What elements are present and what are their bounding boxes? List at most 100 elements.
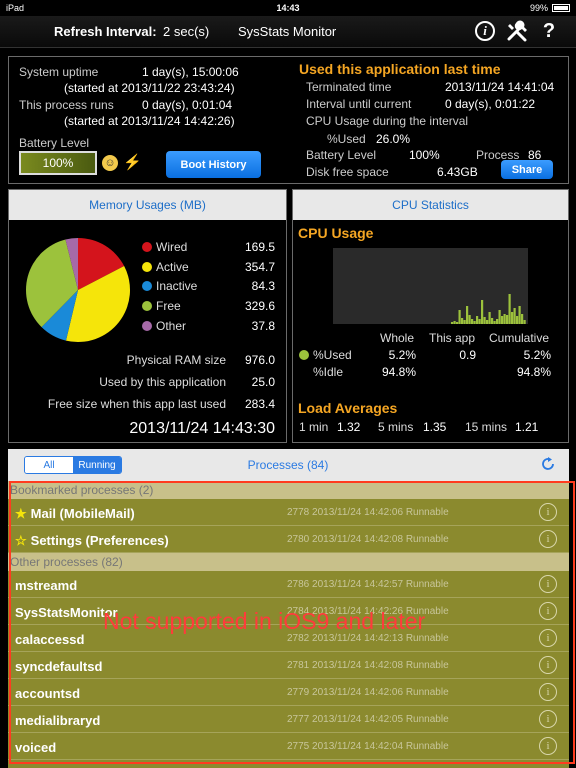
process-info-icon[interactable]: i xyxy=(539,575,557,593)
process-info-icon[interactable]: i xyxy=(539,710,557,728)
process-info-icon[interactable]: i xyxy=(539,683,557,701)
legend-value: 84.3 xyxy=(251,279,275,294)
process-name-text: syncdefaultsd xyxy=(15,659,103,674)
refresh-interval-value[interactable]: 2 sec(s) xyxy=(163,24,209,39)
process-name-text: calaccessd xyxy=(15,632,85,647)
filter-running-button[interactable]: Running xyxy=(73,457,121,473)
battery-level-label: Battery Level xyxy=(19,136,90,150)
col-whole: Whole xyxy=(380,331,415,345)
last-used-title: Used this application last time xyxy=(299,61,501,77)
cpu-graph-bar xyxy=(458,310,461,324)
memory-legend-item: Inactive xyxy=(142,279,197,293)
share-button[interactable]: Share xyxy=(501,160,553,179)
process-info-icon[interactable]: i xyxy=(539,602,557,620)
process-row[interactable]: medialibraryd 2777 2013/11/24 14:42:05 Ru… xyxy=(8,706,569,733)
runs-started: (started at 2013/11/24 14:42:26) xyxy=(64,114,235,128)
memory-legend-item: Other xyxy=(142,319,186,333)
cpu-graph-bar xyxy=(483,317,486,324)
col-this-app: This app xyxy=(429,331,476,345)
load-15-label: 15 mins xyxy=(465,420,508,434)
process-name-text: Settings (Preferences) xyxy=(30,533,169,548)
bookmark-star-icon[interactable]: ☆ xyxy=(15,533,27,548)
tools-button[interactable] xyxy=(506,20,528,42)
question-icon: ? xyxy=(542,19,556,42)
info-button[interactable]: i xyxy=(474,20,496,42)
process-name: ☆ Settings (Preferences) xyxy=(15,533,169,549)
terminated-value: 2013/11/24 14:41:04 xyxy=(445,80,555,94)
process-row[interactable]: calaccessd 2782 2013/11/24 14:42:13 Runna… xyxy=(8,625,569,652)
cpu-usage-graph xyxy=(333,248,528,324)
legend-color-dot xyxy=(142,301,152,312)
process-name-text: accountsd xyxy=(15,686,81,701)
help-button[interactable]: ? xyxy=(538,20,560,42)
process-info-icon[interactable]: i xyxy=(539,629,557,647)
memory-legend-item: Free xyxy=(142,299,181,313)
processes-toolbar: All Running Processes (84) xyxy=(8,449,569,481)
legend-value: 354.7 xyxy=(244,259,275,274)
bookmark-star-icon[interactable]: ★ xyxy=(15,506,27,521)
process-row[interactable]: mstreamd 2786 2013/11/24 14:42:57 Runnabl… xyxy=(8,571,569,598)
filter-all-button[interactable]: All xyxy=(25,457,73,473)
process-row[interactable]: SysStatsMonitor 2784 2013/11/24 14:42:26 … xyxy=(8,598,569,625)
legend-label: Free xyxy=(156,299,181,314)
physical-ram-value: 976.0 xyxy=(244,353,275,367)
smiley-icon: ☺ xyxy=(102,155,118,171)
cpu-tab-header[interactable]: CPU Statistics xyxy=(293,190,568,220)
process-name: voiced xyxy=(15,740,56,755)
process-name-text: Mail (MobileMail) xyxy=(30,506,135,521)
process-info-icon[interactable]: i xyxy=(539,503,557,521)
process-name-text: SysStatsMonitor xyxy=(15,605,118,620)
tools-icon xyxy=(507,20,527,42)
memory-tab-header[interactable]: Memory Usages (MB) xyxy=(9,190,286,220)
process-meta: 2777 2013/11/24 14:42:05 Runnable xyxy=(287,714,449,725)
process-row[interactable]: syncdefaultsd 2781 2013/11/24 14:42:08 Ru… xyxy=(8,652,569,679)
used-legend-dot xyxy=(299,350,309,360)
legend-color-dot xyxy=(142,242,152,252)
cpu-graph-bar xyxy=(481,300,484,324)
process-meta: 2782 2013/11/24 14:42:13 Runnable xyxy=(287,633,449,644)
cpu-graph-bar xyxy=(523,320,526,324)
battery-percent: 99% xyxy=(529,3,548,13)
process-row[interactable]: ★ Mail (MobileMail) 2778 2013/11/24 14:42:… xyxy=(8,499,569,526)
processes-title: Processes (84) xyxy=(247,458,329,472)
process-name: SysStatsMonitor xyxy=(15,605,118,620)
process-row[interactable]: accountsd 2779 2013/11/24 14:42:06 Runnab… xyxy=(8,679,569,706)
info-icon: i xyxy=(475,21,495,41)
cpu-graph-bar xyxy=(496,319,499,324)
process-list[interactable]: Bookmarked processes (2) ★ Mail (MobileMai… xyxy=(8,481,569,768)
legend-label: Other xyxy=(156,318,187,333)
boot-history-button[interactable]: Boot History xyxy=(166,151,261,178)
cpu-graph-bar xyxy=(508,294,511,324)
cpu-graph-bar xyxy=(511,312,514,324)
battery-level-gauge: 100% xyxy=(19,151,97,175)
uptime-started: (started at 2013/11/22 23:43:24) xyxy=(64,81,235,95)
process-meta: 2775 2013/11/24 14:42:04 Runnable xyxy=(287,741,449,752)
refresh-button[interactable] xyxy=(539,455,557,473)
legend-label: Wired xyxy=(156,240,188,254)
process-row[interactable]: ☆ Settings (Preferences) 2780 2013/11/24 1… xyxy=(8,526,569,553)
free-last-label: Free size when this app last used xyxy=(47,397,226,411)
battery-level-value-2: 100% xyxy=(409,148,440,162)
col-cumulative: Cumulative xyxy=(489,331,550,345)
cpu-panel: CPU Statistics CPU Usage Whole This app … xyxy=(292,189,569,443)
load-5-label: 5 mins xyxy=(378,420,414,434)
load-1-value: 1.32 xyxy=(337,420,361,434)
cpu-graph-bar xyxy=(513,308,516,324)
cpu-idle-label: %Idle xyxy=(313,365,344,379)
process-row[interactable]: voiced 2775 2013/11/24 14:42:04 Runnable i xyxy=(8,733,569,760)
process-meta: 2786 2013/11/24 14:42:57 Runnable xyxy=(287,579,449,590)
process-info-icon[interactable]: i xyxy=(539,656,557,674)
interval-label: Interval until current xyxy=(306,97,412,111)
cpu-graph-bar xyxy=(488,312,491,324)
process-info-icon[interactable]: i xyxy=(539,530,557,548)
process-section-header: Other processes (82) xyxy=(8,553,569,571)
terminated-label: Terminated time xyxy=(306,80,392,94)
battery-icon xyxy=(552,4,570,12)
nav-bar: Refresh Interval: 2 sec(s) SysStats Moni… xyxy=(0,16,576,48)
cpu-used-cumulative: 5.2% xyxy=(523,348,551,362)
free-last-value: 283.4 xyxy=(244,397,275,411)
process-info-icon[interactable]: i xyxy=(539,737,557,755)
app-title: SysStats Monitor xyxy=(238,24,337,39)
cpu-graph-bar xyxy=(463,320,466,324)
cpu-usage-title: CPU Usage xyxy=(298,225,374,241)
